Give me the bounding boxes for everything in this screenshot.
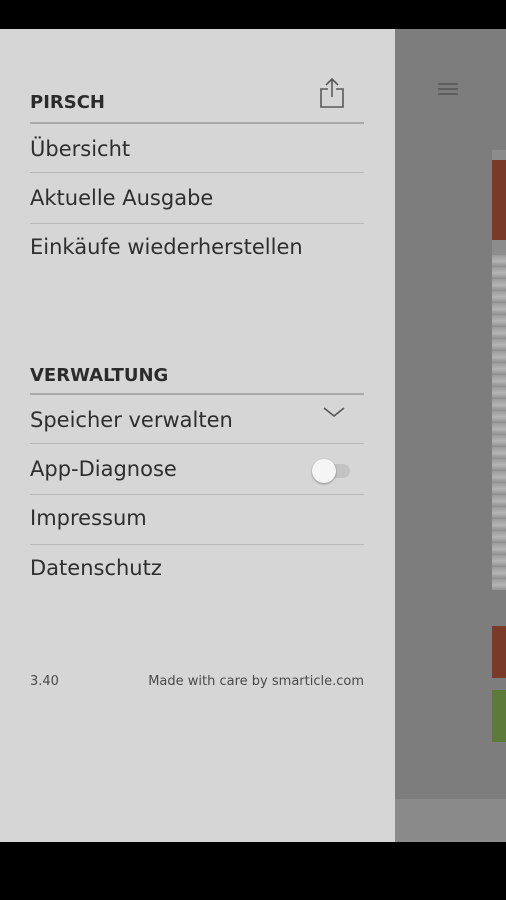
divider <box>30 393 364 395</box>
chevron-down-icon[interactable] <box>322 404 346 420</box>
menu-item-impressum[interactable]: Impressum <box>30 506 147 530</box>
app-diagnose-toggle[interactable] <box>310 458 352 483</box>
section-header-pirsch: PIRSCH <box>30 92 105 113</box>
footer-credit-link[interactable]: Made with care by smarticle.com <box>148 674 364 689</box>
status-bar <box>0 0 506 29</box>
divider <box>30 494 364 495</box>
hamburger-menu-icon[interactable] <box>438 83 458 95</box>
navigation-drawer: PIRSCH Übersicht Aktuelle Ausgabe Einkäu… <box>0 29 395 842</box>
section-header-verwaltung: VERWALTUNG <box>30 365 169 386</box>
divider <box>30 223 364 224</box>
toggle-thumb <box>312 459 336 483</box>
issue-cover-header <box>492 160 506 240</box>
menu-item-speicher-verwalten[interactable]: Speicher verwalten <box>30 408 233 432</box>
divider <box>30 443 364 444</box>
divider <box>30 172 364 173</box>
issue-cover-photo <box>492 255 506 590</box>
issue-secondary-button[interactable] <box>492 690 506 742</box>
navigation-bar <box>0 842 506 900</box>
app-version: 3.40 <box>30 674 59 689</box>
menu-item-einkaeufe-wiederherstellen[interactable]: Einkäufe wiederherstellen <box>30 235 303 259</box>
menu-item-datenschutz[interactable]: Datenschutz <box>30 556 162 580</box>
menu-item-aktuelle-ausgabe[interactable]: Aktuelle Ausgabe <box>30 186 213 210</box>
divider <box>30 544 364 545</box>
issue-action-button[interactable] <box>492 626 506 678</box>
menu-item-app-diagnose[interactable]: App-Diagnose <box>30 457 177 481</box>
menu-item-uebersicht[interactable]: Übersicht <box>30 137 130 161</box>
divider <box>30 122 364 124</box>
background-bottom-bar <box>395 799 506 842</box>
